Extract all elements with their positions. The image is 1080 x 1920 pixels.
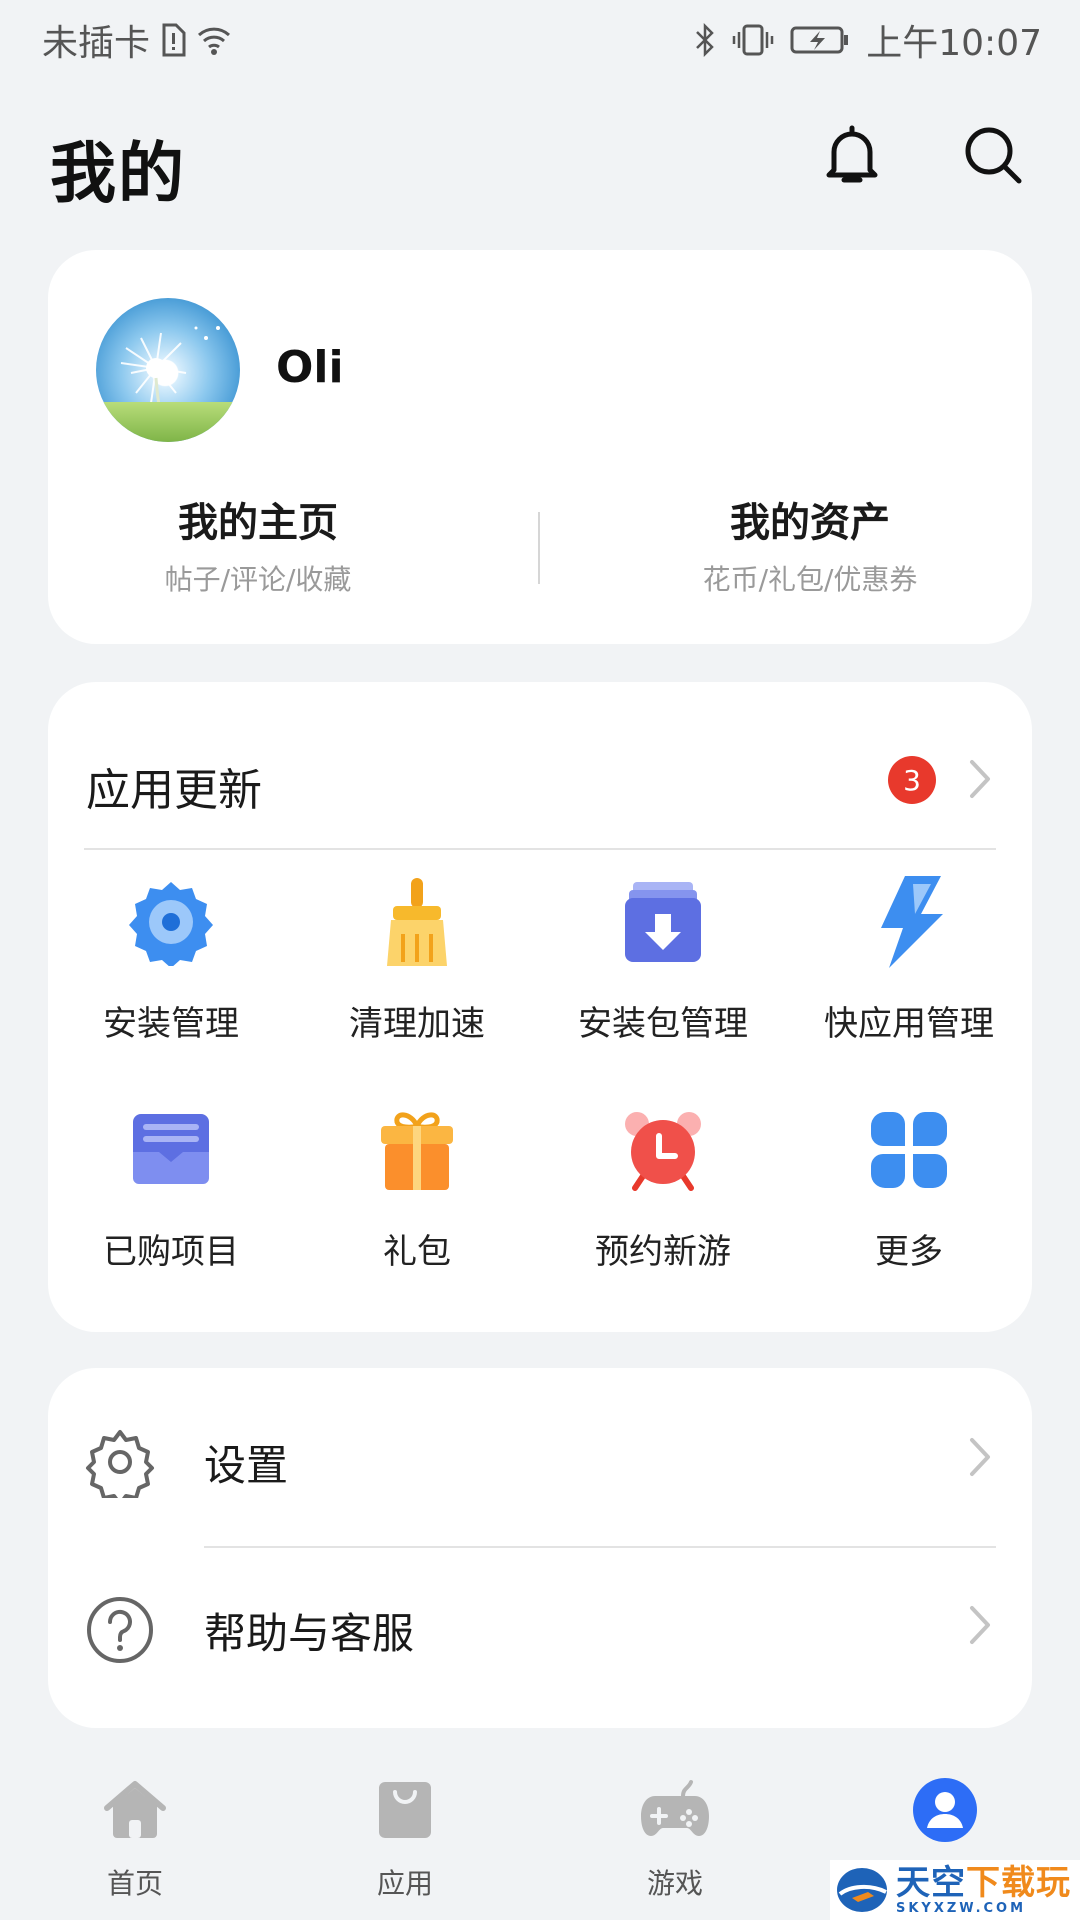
install-gear-icon [129, 882, 213, 966]
alarm-clock-icon [625, 1112, 701, 1191]
nav-label: 应用 [376, 1867, 433, 1900]
nav-apps[interactable]: 应用 [305, 1774, 505, 1902]
grid-item-label: 礼包 [383, 1232, 451, 1272]
apps-bag-icon [379, 1782, 431, 1838]
help-row[interactable]: 帮助与客服 [48, 1548, 1032, 1728]
bluetooth-icon [694, 23, 716, 57]
search-icon [965, 127, 1022, 184]
profile-card: Oli 我的主页 帖子/评论/收藏 我的资产 花币/礼包/优惠券 [48, 250, 1032, 644]
grid-item-reserve-games[interactable]: 预约新游 [540, 1102, 786, 1273]
nav-label: 游戏 [646, 1867, 703, 1900]
nav-profile[interactable] [845, 1774, 1045, 1862]
nav-games[interactable]: 游戏 [575, 1774, 775, 1902]
broom-icon [387, 878, 447, 966]
watermark-sub: SKYXZW.COM [896, 1900, 1027, 1916]
watermark-accent: 下载玩 [966, 1862, 1071, 1903]
grid-item-install-management[interactable]: 安装管理 [48, 874, 294, 1045]
bell-icon [826, 125, 878, 183]
vibrate-icon [732, 23, 774, 57]
chevron-right-icon [970, 1438, 990, 1476]
my-homepage-entry[interactable]: 我的主页 帖子/评论/收藏 [48, 490, 468, 598]
site-watermark: 天空下载玩 SKYXZW.COM [830, 1860, 1080, 1920]
grid-item-label: 已购项目 [103, 1232, 239, 1272]
stat-divider [538, 512, 540, 584]
status-left: 未插卡 [42, 14, 232, 66]
notifications-button[interactable] [814, 118, 890, 194]
settings-card: 设置 帮助与客服 [48, 1368, 1032, 1728]
settings-label: 设置 [204, 1441, 289, 1490]
status-right: 上午10:07 [694, 14, 1042, 66]
status-bar: 未插卡 上午10:07 [0, 0, 1080, 76]
my-assets-title: 我的资产 [730, 500, 890, 546]
grid-item-gift[interactable]: 礼包 [294, 1102, 540, 1273]
battery-charging-icon [790, 25, 850, 55]
grid-item-cleanup[interactable]: 清理加速 [294, 874, 540, 1045]
logo-icon [837, 1868, 887, 1912]
app-updates-title: 应用更新 [86, 765, 262, 816]
sim-alert-icon [160, 23, 186, 57]
help-icon [87, 1597, 153, 1663]
divider [84, 848, 996, 850]
search-button[interactable] [956, 118, 1032, 194]
app-tools-card: 应用更新 3 安装管理 清理加速 安装包管理 快应用管理 已购项目 礼包 预约新… [48, 682, 1032, 1332]
home-icon [104, 1781, 166, 1838]
wifi-icon [196, 24, 232, 56]
grid-item-package-management[interactable]: 安装包管理 [540, 874, 786, 1045]
clock: 上午10:07 [866, 23, 1042, 64]
grid-item-label: 预约新游 [595, 1232, 731, 1272]
chevron-right-icon [970, 760, 990, 798]
page-title: 我的 [50, 135, 186, 212]
package-download-icon [625, 882, 701, 962]
chevron-right-icon [970, 1606, 990, 1644]
help-label: 帮助与客服 [204, 1609, 415, 1658]
grid-item-label: 更多 [875, 1232, 943, 1272]
gift-icon [381, 1112, 453, 1190]
more-grid-icon [871, 1112, 947, 1188]
gamepad-icon [641, 1780, 709, 1836]
lightning-icon [881, 876, 943, 968]
my-assets-entry[interactable]: 我的资产 花币/礼包/优惠券 [600, 490, 1020, 598]
grid-item-label: 清理加速 [349, 1004, 485, 1044]
grid-item-label: 安装管理 [103, 1004, 239, 1044]
grid-item-quick-app-management[interactable]: 快应用管理 [786, 874, 1032, 1045]
nav-home[interactable]: 首页 [35, 1774, 235, 1902]
my-homepage-title: 我的主页 [178, 500, 338, 546]
settings-row[interactable]: 设置 [48, 1368, 1032, 1548]
sim-status-text: 未插卡 [42, 23, 151, 64]
update-count-badge: 3 [888, 756, 936, 804]
my-homepage-subtitle: 帖子/评论/收藏 [164, 563, 352, 596]
app-updates-row[interactable]: 应用更新 3 [48, 682, 1032, 848]
nav-label: 首页 [106, 1867, 163, 1900]
profile-icon [913, 1778, 977, 1842]
username[interactable]: Oli [276, 342, 344, 393]
avatar[interactable] [96, 298, 240, 442]
grid-item-more[interactable]: 更多 [786, 1102, 1032, 1273]
purchased-wallet-icon [133, 1114, 209, 1184]
my-assets-subtitle: 花币/礼包/优惠券 [702, 563, 918, 596]
grid-item-label: 安装包管理 [578, 1004, 748, 1044]
grid-item-purchased[interactable]: 已购项目 [48, 1102, 294, 1273]
settings-gear-icon [86, 1430, 154, 1498]
watermark-main: 天空 [896, 1862, 966, 1903]
grid-item-label: 快应用管理 [824, 1004, 994, 1044]
